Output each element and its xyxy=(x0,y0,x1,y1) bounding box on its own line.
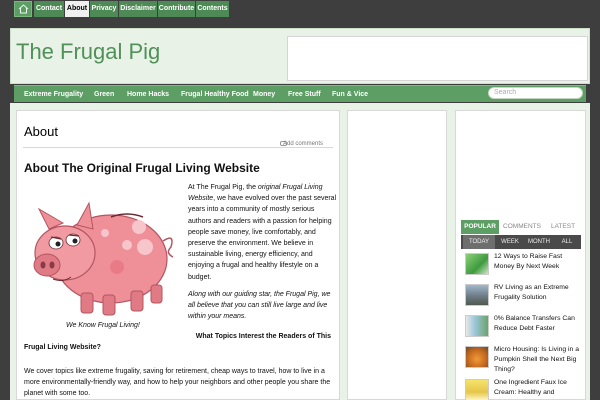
site-title[interactable]: The Frugal Pig xyxy=(16,39,160,65)
popular-post[interactable]: 12 Ways to Raise Fast Money By Next Week xyxy=(465,252,581,280)
topnav-about[interactable]: About xyxy=(65,1,89,17)
post-title[interactable]: 0% Balance Transfers Can Reduce Debt Fas… xyxy=(494,314,581,334)
topnav-contents[interactable]: Contents xyxy=(196,1,229,17)
popular-post[interactable]: One Ingredient Faux Ice Cream: Healthy a… xyxy=(465,378,581,400)
sidebar-tabs: POPULAR COMMENTS LATEST xyxy=(461,220,581,234)
topics-question-line2: Frugal Living Website? xyxy=(24,344,101,351)
topnav-privacy[interactable]: Privacy xyxy=(90,1,118,17)
piggy-bank-image xyxy=(33,201,174,316)
topics-question-line1: What Topics Interest the Readers of This xyxy=(195,333,331,340)
middle-sidebar xyxy=(347,110,447,400)
subtab-all[interactable]: ALL xyxy=(555,235,579,249)
post-title[interactable]: 12 Ways to Raise Fast Money By Next Week xyxy=(494,252,581,272)
subtab-today[interactable]: TODAY xyxy=(463,235,495,249)
post-title[interactable]: One Ingredient Faux Ice Cream: Healthy a… xyxy=(494,378,581,398)
post-title[interactable]: RV Living as an Extreme Frugality Soluti… xyxy=(494,283,581,303)
subtab-month[interactable]: MONTH xyxy=(524,235,554,249)
image-caption: We Know Frugal Living! xyxy=(66,322,140,329)
popular-post[interactable]: 0% Balance Transfers Can Reduce Debt Fas… xyxy=(465,314,581,342)
post-thumbnail[interactable] xyxy=(465,379,489,400)
guiding-star-paragraph: Along with our guiding star, the Frugal … xyxy=(188,291,331,321)
tab-popular[interactable]: POPULAR xyxy=(461,220,499,234)
post-thumbnail[interactable] xyxy=(465,284,489,306)
tab-latest[interactable]: LATEST xyxy=(545,220,581,234)
mainnav-frugal-healthy-food[interactable]: Frugal Healthy Food xyxy=(181,86,249,103)
mainnav-fun-vice[interactable]: Fun & Vice xyxy=(332,86,368,103)
main-content: About Add comments About The Original Fr… xyxy=(16,110,340,400)
tab-comments[interactable]: COMMENTS xyxy=(500,220,544,234)
mainnav-extreme-frugality[interactable]: Extreme Frugality xyxy=(24,86,83,103)
popular-post[interactable]: RV Living as an Extreme Frugality Soluti… xyxy=(465,283,581,311)
top-navigation: Contact About Privacy Disclaimer Contrib… xyxy=(0,0,600,19)
topnav-disclaimer[interactable]: Disclaimer xyxy=(119,1,157,17)
page-title: About xyxy=(24,124,58,139)
mainnav-free-stuff[interactable]: Free Stuff xyxy=(288,86,321,103)
intro-paragraph: At The Frugal Pig, the original Frugal L… xyxy=(188,184,337,281)
mainnav-money[interactable]: Money xyxy=(253,86,275,103)
site-header: The Frugal Pig xyxy=(10,28,590,84)
search-input[interactable]: Search xyxy=(488,87,583,99)
post-title[interactable]: Micro Housing: Is Living in a Pumpkin Sh… xyxy=(494,345,581,375)
topnav-contribute[interactable]: Contribute xyxy=(158,1,195,17)
mainnav-home-hacks[interactable]: Home Hacks xyxy=(127,86,169,103)
post-thumbnail[interactable] xyxy=(465,253,489,275)
sidebar-subtabs: TODAY WEEK MONTH ALL xyxy=(461,235,581,249)
subtab-week[interactable]: WEEK xyxy=(497,235,523,249)
article-heading: About The Original Frugal Living Website xyxy=(24,161,260,175)
title-divider xyxy=(23,147,333,148)
topics-paragraph: We cover topics like extreme frugality, … xyxy=(24,368,331,398)
header-ad-slot xyxy=(287,36,588,81)
home-icon xyxy=(18,4,29,14)
popular-post[interactable]: Micro Housing: Is Living in a Pumpkin Sh… xyxy=(465,345,581,373)
home-button[interactable] xyxy=(14,1,32,17)
mainnav-green[interactable]: Green xyxy=(94,86,114,103)
topnav-contact[interactable]: Contact xyxy=(34,1,64,17)
post-thumbnail[interactable] xyxy=(465,346,489,368)
post-thumbnail[interactable] xyxy=(465,315,489,337)
